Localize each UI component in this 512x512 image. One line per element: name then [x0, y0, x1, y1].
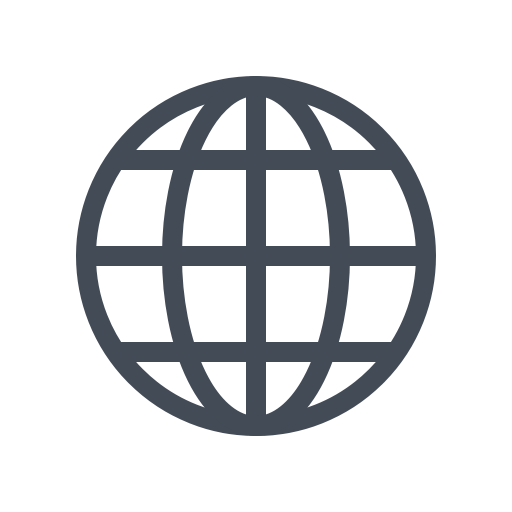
- globe-svg: [76, 76, 436, 436]
- icon-canvas: [0, 0, 512, 512]
- globe-icon: [0, 0, 512, 512]
